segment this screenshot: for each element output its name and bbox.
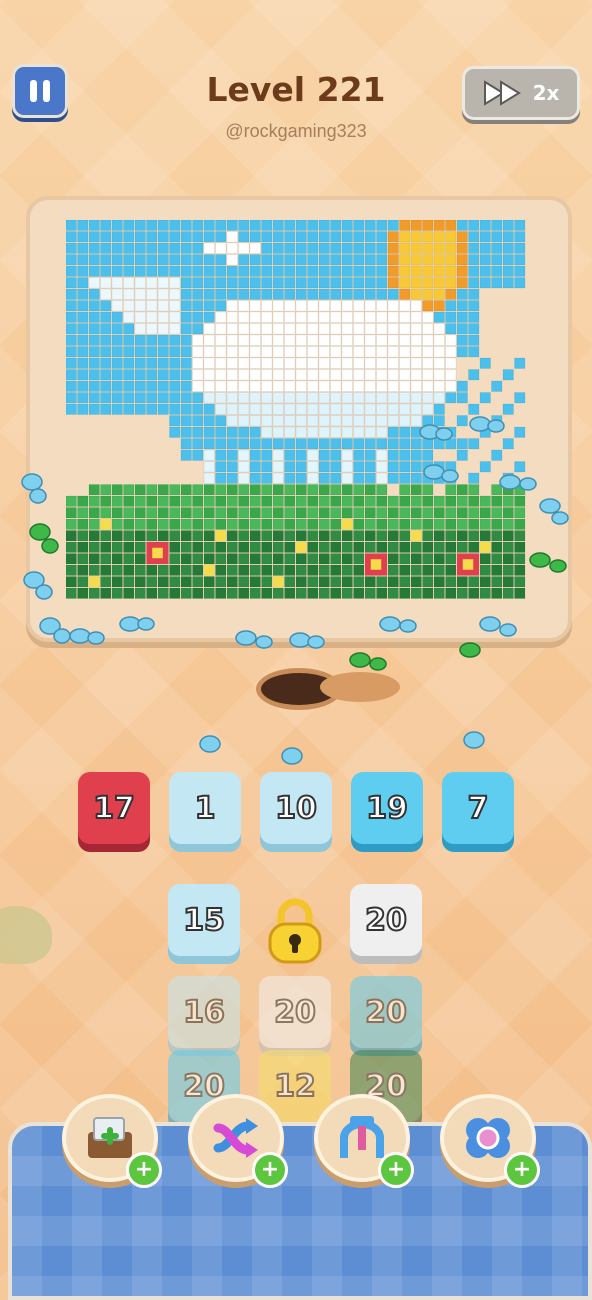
add-box-icon bbox=[88, 1117, 132, 1158]
slot-tile-5[interactable]: 7 bbox=[442, 772, 514, 844]
queue-tile-2-2: 20 bbox=[259, 976, 331, 1048]
slot-tile-2[interactable]: 1 bbox=[169, 772, 241, 844]
booster-add-tray-plus[interactable]: + bbox=[126, 1152, 162, 1188]
slot-tile-1[interactable]: 17 bbox=[78, 772, 150, 844]
magnet-claw-icon bbox=[340, 1116, 384, 1158]
queue-tile-2-1: 16 bbox=[168, 976, 240, 1048]
flower-freeze-icon bbox=[466, 1118, 510, 1158]
queue-tile-2-3: 20 bbox=[350, 976, 422, 1048]
slot-tile-4[interactable]: 19 bbox=[351, 772, 423, 844]
speed-label: 2x bbox=[532, 81, 560, 105]
shuffle-arrows-icon bbox=[213, 1118, 258, 1158]
speed-button[interactable]: 2x bbox=[462, 66, 580, 120]
slot-tile-3[interactable]: 10 bbox=[260, 772, 332, 844]
booster-magnet-plus[interactable]: + bbox=[378, 1152, 414, 1188]
creator-handle: @rockgaming323 bbox=[225, 121, 367, 141]
fast-forward-icon bbox=[483, 80, 521, 106]
queue-tile-1-3[interactable]: 20 bbox=[350, 884, 422, 956]
ant-stragglers bbox=[199, 731, 485, 765]
dirt-mound bbox=[320, 672, 400, 702]
padlock-icon[interactable] bbox=[266, 898, 324, 964]
queue-tile-1-1[interactable]: 15 bbox=[168, 884, 240, 956]
booster-freeze-plus[interactable]: + bbox=[504, 1152, 540, 1188]
booster-shuffle-plus[interactable]: + bbox=[252, 1152, 288, 1188]
